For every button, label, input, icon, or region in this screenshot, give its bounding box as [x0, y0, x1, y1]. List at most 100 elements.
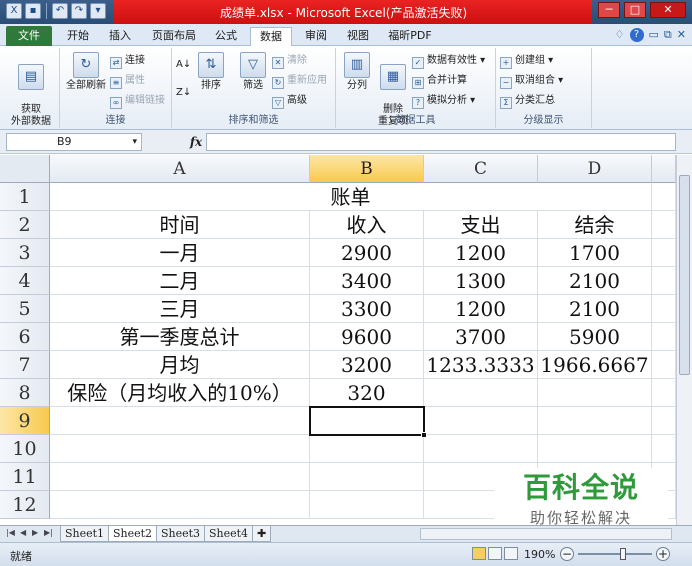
cell-header-expense[interactable]: 支出 [424, 211, 538, 239]
minimize-button[interactable]: ─ [598, 2, 620, 18]
cell[interactable] [50, 491, 310, 519]
what-if-button[interactable]: ? 模拟分析 ▾ [412, 94, 475, 109]
get-external-data-button[interactable]: ▤ 获取 外部数据 [6, 52, 56, 128]
cell-header-income[interactable]: 收入 [310, 211, 424, 239]
next-sheet-icon[interactable]: ▶ [32, 528, 38, 537]
cell[interactable]: 月均 [50, 351, 310, 379]
insert-sheet-icon[interactable]: ✚ [252, 526, 272, 542]
cell[interactable]: 1200 [424, 239, 538, 267]
cell[interactable]: 1700 [538, 239, 652, 267]
zoom-slider-knob[interactable] [620, 548, 626, 560]
cell[interactable] [424, 407, 538, 435]
row-header[interactable]: 9 [0, 407, 50, 435]
clear-filter-button[interactable]: ✕ 清除 [272, 54, 307, 69]
first-sheet-icon[interactable]: |◀ [6, 528, 15, 537]
sheet-tab-sheet3[interactable]: Sheet3 [156, 526, 206, 542]
cell[interactable]: 3300 [310, 295, 424, 323]
cell[interactable] [50, 435, 310, 463]
cell[interactable] [538, 407, 652, 435]
page-break-view-icon[interactable] [504, 547, 518, 560]
row-header[interactable]: 8 [0, 379, 50, 407]
doc-restore-icon[interactable]: ⧉ [664, 28, 672, 42]
page-layout-view-icon[interactable] [488, 547, 502, 560]
cell[interactable] [310, 491, 424, 519]
cell[interactable] [50, 407, 310, 435]
cell[interactable] [652, 211, 676, 239]
close-button[interactable]: ✕ [650, 2, 686, 18]
zoom-slider[interactable] [578, 548, 652, 560]
sheet-tab-sheet2[interactable]: Sheet2 [108, 526, 158, 542]
cell[interactable]: 二月 [50, 267, 310, 295]
vertical-scrollbar[interactable] [676, 155, 692, 525]
data-validation-button[interactable]: ✓ 数据有效性 ▾ [412, 54, 485, 69]
cell[interactable] [652, 407, 676, 435]
doc-close-icon[interactable]: ✕ [677, 28, 686, 42]
last-sheet-icon[interactable]: ▶| [44, 528, 53, 537]
collapse-ribbon-icon[interactable]: ♢ [615, 28, 625, 42]
cell[interactable]: 三月 [50, 295, 310, 323]
cell[interactable] [652, 183, 676, 211]
cell[interactable]: 第一季度总计 [50, 323, 310, 351]
text-to-columns-button[interactable]: ▥ 分列 [340, 52, 374, 92]
undo-icon[interactable]: ↶ [52, 3, 68, 19]
cell[interactable]: 3200 [310, 351, 424, 379]
refresh-all-button[interactable]: ↻ 全部刷新 [62, 52, 110, 92]
cell[interactable]: 1966.6667 [538, 351, 652, 379]
fill-handle[interactable] [421, 432, 427, 438]
tab-file[interactable]: 文件 [6, 26, 52, 46]
sort-descending-icon[interactable]: Z↓ [176, 86, 191, 100]
help-icon[interactable]: ? [629, 28, 644, 42]
tab-view[interactable]: 视图 [340, 27, 376, 46]
cell[interactable] [652, 323, 676, 351]
cell[interactable] [538, 435, 652, 463]
consolidate-button[interactable]: ⊞ 合并计算 [412, 74, 467, 89]
sort-ascending-icon[interactable]: A↓ [176, 58, 191, 72]
sort-button[interactable]: ⇅ 排序 [196, 52, 226, 92]
cell[interactable]: 一月 [50, 239, 310, 267]
reapply-button[interactable]: ↻ 重新应用 [272, 74, 327, 89]
zoom-in-button[interactable]: + [656, 547, 670, 561]
cell[interactable] [310, 463, 424, 491]
cell[interactable] [652, 267, 676, 295]
sheet-tab-sheet4[interactable]: Sheet4 [204, 526, 254, 542]
prev-sheet-icon[interactable]: ◀ [20, 528, 26, 537]
cell[interactable] [652, 239, 676, 267]
tab-foxit-pdf[interactable]: 福昕PDF [382, 27, 438, 46]
cell-header-time[interactable]: 时间 [50, 211, 310, 239]
horizontal-scrollbar[interactable] [420, 528, 672, 540]
cell[interactable] [50, 463, 310, 491]
formula-input[interactable] [206, 133, 676, 151]
cell-insurance-label[interactable]: 保险（月均收入的10%） [50, 379, 310, 407]
customize-qat-icon[interactable]: ▾ [90, 3, 106, 19]
row-header[interactable]: 12 [0, 491, 50, 519]
group-button[interactable]: + 创建组 ▾ [500, 54, 553, 69]
cell[interactable] [652, 379, 676, 407]
advanced-filter-button[interactable]: ▽ 高级 [272, 94, 307, 109]
cell[interactable]: 2100 [538, 295, 652, 323]
cell[interactable] [652, 435, 676, 463]
tab-review[interactable]: 审阅 [298, 27, 334, 46]
column-header-a[interactable]: A [50, 155, 310, 183]
cell-insurance-value[interactable]: 320 [310, 379, 424, 407]
name-box[interactable]: B9 ▾ [6, 133, 142, 151]
cell[interactable] [652, 351, 676, 379]
zoom-level[interactable]: 190% [524, 548, 555, 561]
cell[interactable]: 1200 [424, 295, 538, 323]
row-header[interactable]: 5 [0, 295, 50, 323]
cell[interactable]: 3700 [424, 323, 538, 351]
edit-links-button[interactable]: ∞ 编辑链接 [110, 94, 165, 109]
cell[interactable] [424, 379, 538, 407]
row-header[interactable]: 6 [0, 323, 50, 351]
select-all-corner[interactable] [0, 155, 50, 183]
cell[interactable] [538, 379, 652, 407]
row-header[interactable]: 7 [0, 351, 50, 379]
cell[interactable]: 1300 [424, 267, 538, 295]
column-header-d[interactable]: D [538, 155, 652, 183]
vertical-scroll-thumb[interactable] [679, 175, 690, 375]
row-header[interactable]: 11 [0, 463, 50, 491]
column-header-c[interactable]: C [424, 155, 538, 183]
excel-app-icon[interactable]: X [6, 3, 22, 19]
row-header[interactable]: 1 [0, 183, 50, 211]
row-header[interactable]: 4 [0, 267, 50, 295]
filter-button[interactable]: ▽ 筛选 [238, 52, 268, 92]
